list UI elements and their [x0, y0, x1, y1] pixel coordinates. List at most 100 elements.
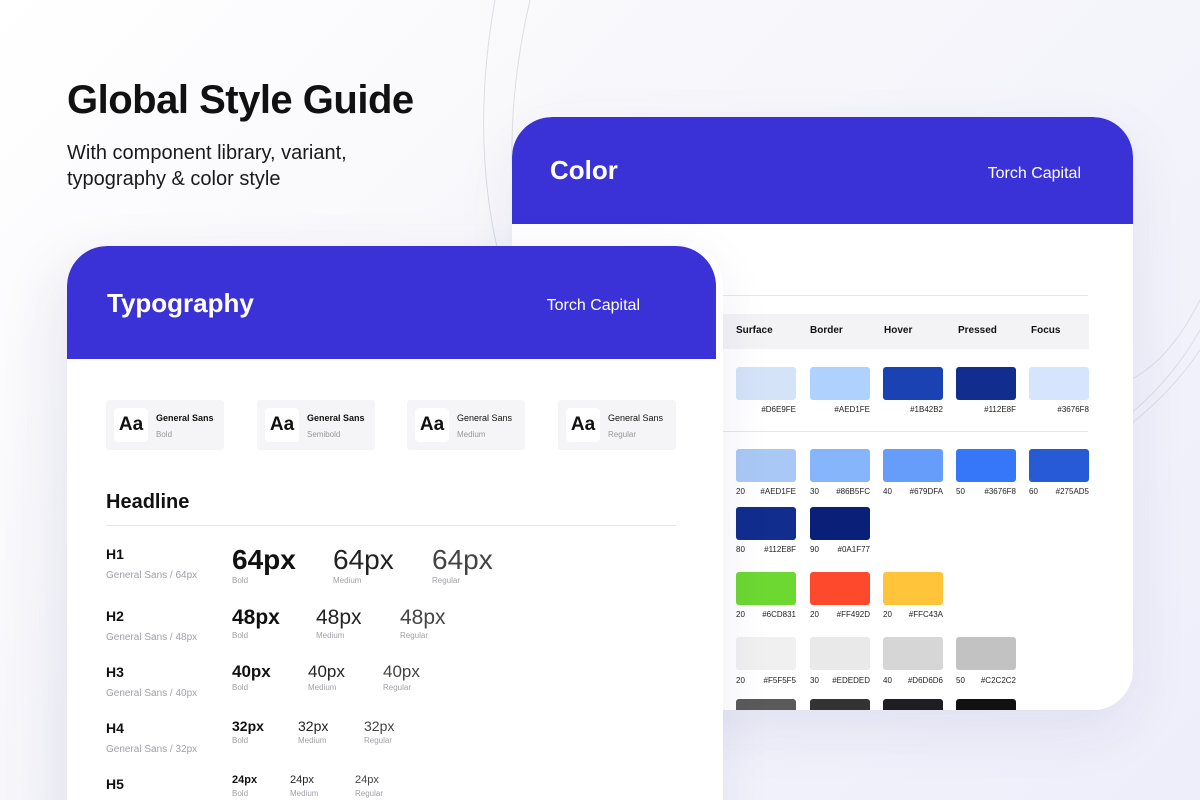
type-sample-weight: Medium	[308, 683, 337, 692]
swatch-label: 20 #F5F5F5	[736, 676, 796, 685]
type-sample-weight: Regular	[400, 631, 429, 640]
swatch-hex: #F5F5F5	[763, 676, 796, 685]
color-swatch[interactable]	[883, 449, 943, 482]
swatch-step: 60	[1029, 487, 1038, 496]
color-swatch[interactable]	[956, 637, 1016, 670]
type-style-desc: General Sans / 64px	[106, 570, 198, 581]
color-swatch[interactable]	[736, 367, 796, 400]
swatch-label: 40 #D6D6D6	[883, 676, 943, 685]
type-style-name: H2	[106, 608, 124, 624]
swatch-step: 20	[736, 487, 745, 496]
font-weight-label: Bold	[156, 430, 173, 439]
swatch-label: 40 #679DFA	[883, 487, 943, 496]
color-swatch[interactable]	[1029, 367, 1089, 400]
font-weight-label: Semibold	[307, 430, 341, 439]
swatch-step: 20	[810, 610, 819, 619]
swatch-label: #112E8F	[956, 405, 1016, 414]
type-sample: 24px	[290, 774, 314, 786]
type-style-name: H1	[106, 546, 124, 562]
swatch-hex: #FF492D	[836, 610, 870, 619]
type-sample: 40px	[232, 662, 271, 681]
font-chip: Aa General Sans Semibold	[257, 400, 375, 450]
color-column-header: Surface	[736, 325, 773, 336]
font-name: General Sans	[608, 413, 664, 423]
swatch-label: 50 #3676F8	[956, 487, 1016, 496]
color-column-header: Pressed	[958, 325, 997, 336]
color-column-header: Hover	[884, 325, 913, 336]
color-swatch[interactable]	[883, 572, 943, 605]
color-swatch[interactable]	[810, 572, 870, 605]
color-swatch[interactable]	[736, 449, 796, 482]
color-swatch[interactable]	[956, 367, 1016, 400]
type-sample: 32px	[298, 718, 329, 734]
type-sample: 64px	[333, 544, 394, 575]
font-sample-glyph: Aa	[566, 408, 600, 442]
swatch-label: 20 #FFC43A	[883, 610, 943, 619]
color-column-header: Focus	[1031, 325, 1061, 336]
type-sample-weight: Medium	[333, 576, 362, 585]
color-swatch[interactable]	[883, 367, 943, 400]
swatch-step: 40	[883, 676, 892, 685]
type-sample: 32px	[232, 718, 264, 734]
swatch-label: #D6E9FE	[736, 405, 796, 414]
swatch-label: #3676F8	[1029, 405, 1089, 414]
swatch-label: 60 #275AD5	[1029, 487, 1089, 496]
type-sample-weight: Bold	[232, 683, 249, 692]
swatch-hex: #C2C2C2	[980, 676, 1016, 685]
typography-card-brand: Torch Capital	[546, 297, 640, 314]
font-chip: Aa General Sans Bold	[106, 400, 224, 450]
font-chip: Aa General Sans Regular	[558, 400, 676, 450]
swatch-step: 20	[736, 610, 745, 619]
color-swatch[interactable]	[956, 449, 1016, 482]
typography-card-header: Typography Torch Capital	[67, 246, 716, 359]
swatch-hex: #112E8F	[984, 405, 1016, 414]
swatch-hex: #112E8F	[764, 545, 796, 554]
type-sample: 24px	[355, 774, 379, 786]
swatch-hex: #1B42B2	[910, 405, 943, 414]
color-swatch[interactable]	[883, 699, 943, 710]
hero-title: Global Style Guide	[67, 78, 414, 122]
font-name: General Sans	[457, 413, 513, 423]
color-swatch[interactable]	[810, 699, 870, 710]
swatch-label: 50 #C2C2C2	[956, 676, 1016, 685]
color-swatch[interactable]	[736, 699, 796, 710]
swatch-label: 80 #112E8F	[736, 545, 796, 554]
font-name: General Sans	[156, 413, 214, 423]
color-swatch[interactable]	[736, 572, 796, 605]
typography-card-title: Typography	[107, 288, 254, 318]
color-swatch[interactable]	[810, 367, 870, 400]
color-swatch[interactable]	[1029, 449, 1089, 482]
color-swatch[interactable]	[810, 637, 870, 670]
typography-card: Typography Torch Capital Aa General Sans B…	[67, 246, 723, 800]
swatch-label: #1B42B2	[883, 405, 943, 414]
swatch-step: 50	[956, 487, 965, 496]
swatch-hex: #AED1FE	[760, 487, 796, 496]
type-style-name: H4	[106, 720, 124, 736]
type-sample-weight: Bold	[232, 789, 249, 798]
color-swatch[interactable]	[883, 637, 943, 670]
font-weight-label: Medium	[457, 430, 486, 439]
color-swatch[interactable]	[956, 699, 1016, 710]
type-sample: 24px	[232, 774, 258, 786]
color-swatch[interactable]	[736, 637, 796, 670]
swatch-hex: #AED1FE	[834, 405, 870, 414]
type-style-desc: General Sans / 32px	[106, 744, 198, 755]
font-chip: Aa General Sans Medium	[407, 400, 525, 450]
swatch-hex: #FFC43A	[908, 610, 943, 619]
swatch-step: 20	[883, 610, 892, 619]
swatch-hex: #D6E9FE	[761, 405, 796, 414]
color-swatch[interactable]	[810, 507, 870, 540]
font-sample-glyph: Aa	[114, 408, 148, 442]
swatch-step: 20	[736, 676, 745, 685]
swatch-step: 30	[810, 676, 819, 685]
swatch-label: 20 #6CD831	[736, 610, 796, 619]
type-style-name: H3	[106, 664, 124, 680]
swatch-label: 20 #FF492D	[810, 610, 870, 619]
type-sample-weight: Medium	[290, 789, 319, 798]
swatch-hex: #275AD5	[1055, 487, 1089, 496]
swatch-label: #AED1FE	[810, 405, 870, 414]
swatch-hex: #3676F8	[984, 487, 1016, 496]
color-swatch[interactable]	[810, 449, 870, 482]
color-swatch[interactable]	[736, 507, 796, 540]
swatch-hex: #6CD831	[762, 610, 796, 619]
